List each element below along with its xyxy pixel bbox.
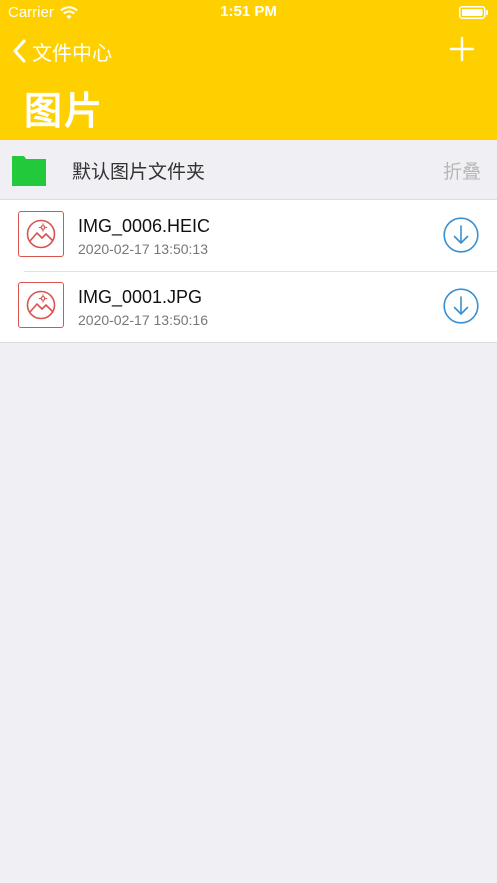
chevron-left-icon	[13, 39, 26, 63]
plus-icon[interactable]	[449, 36, 475, 62]
back-button[interactable]: 文件中心	[12, 36, 112, 66]
download-icon[interactable]	[443, 288, 479, 324]
file-thumbnail	[18, 282, 64, 328]
file-row[interactable]: IMG_0001.JPG 2020-02-17 13:50:16	[0, 271, 497, 342]
back-label: 文件中心	[32, 40, 112, 65]
status-bar: Carrier 1:51 PM	[0, 0, 497, 26]
header: Carrier 1:51 PM 文件中心 图片	[0, 0, 497, 140]
battery-icon	[459, 6, 488, 19]
file-name: IMG_0006.HEIC	[78, 216, 211, 236]
download-icon[interactable]	[443, 217, 479, 253]
file-thumbnail	[18, 211, 64, 257]
folder-name: 默认图片文件夹	[72, 161, 206, 183]
file-date: 2020-02-17 13:50:16	[78, 312, 208, 328]
image-icon	[26, 290, 56, 320]
collapse-button[interactable]: 折叠	[443, 157, 481, 184]
folder-header[interactable]: 默认图片文件夹 折叠	[0, 140, 497, 200]
file-list: IMG_0006.HEIC 2020-02-17 13:50:13 IMG_00…	[0, 200, 497, 343]
status-time: 1:51 PM	[220, 3, 277, 20]
page-title: 图片	[24, 89, 105, 133]
file-row[interactable]: IMG_0006.HEIC 2020-02-17 13:50:13	[0, 200, 497, 271]
file-name: IMG_0001.JPG	[78, 287, 203, 307]
file-date: 2020-02-17 13:50:13	[78, 241, 208, 257]
image-icon	[26, 219, 56, 249]
folder-icon	[12, 156, 46, 186]
